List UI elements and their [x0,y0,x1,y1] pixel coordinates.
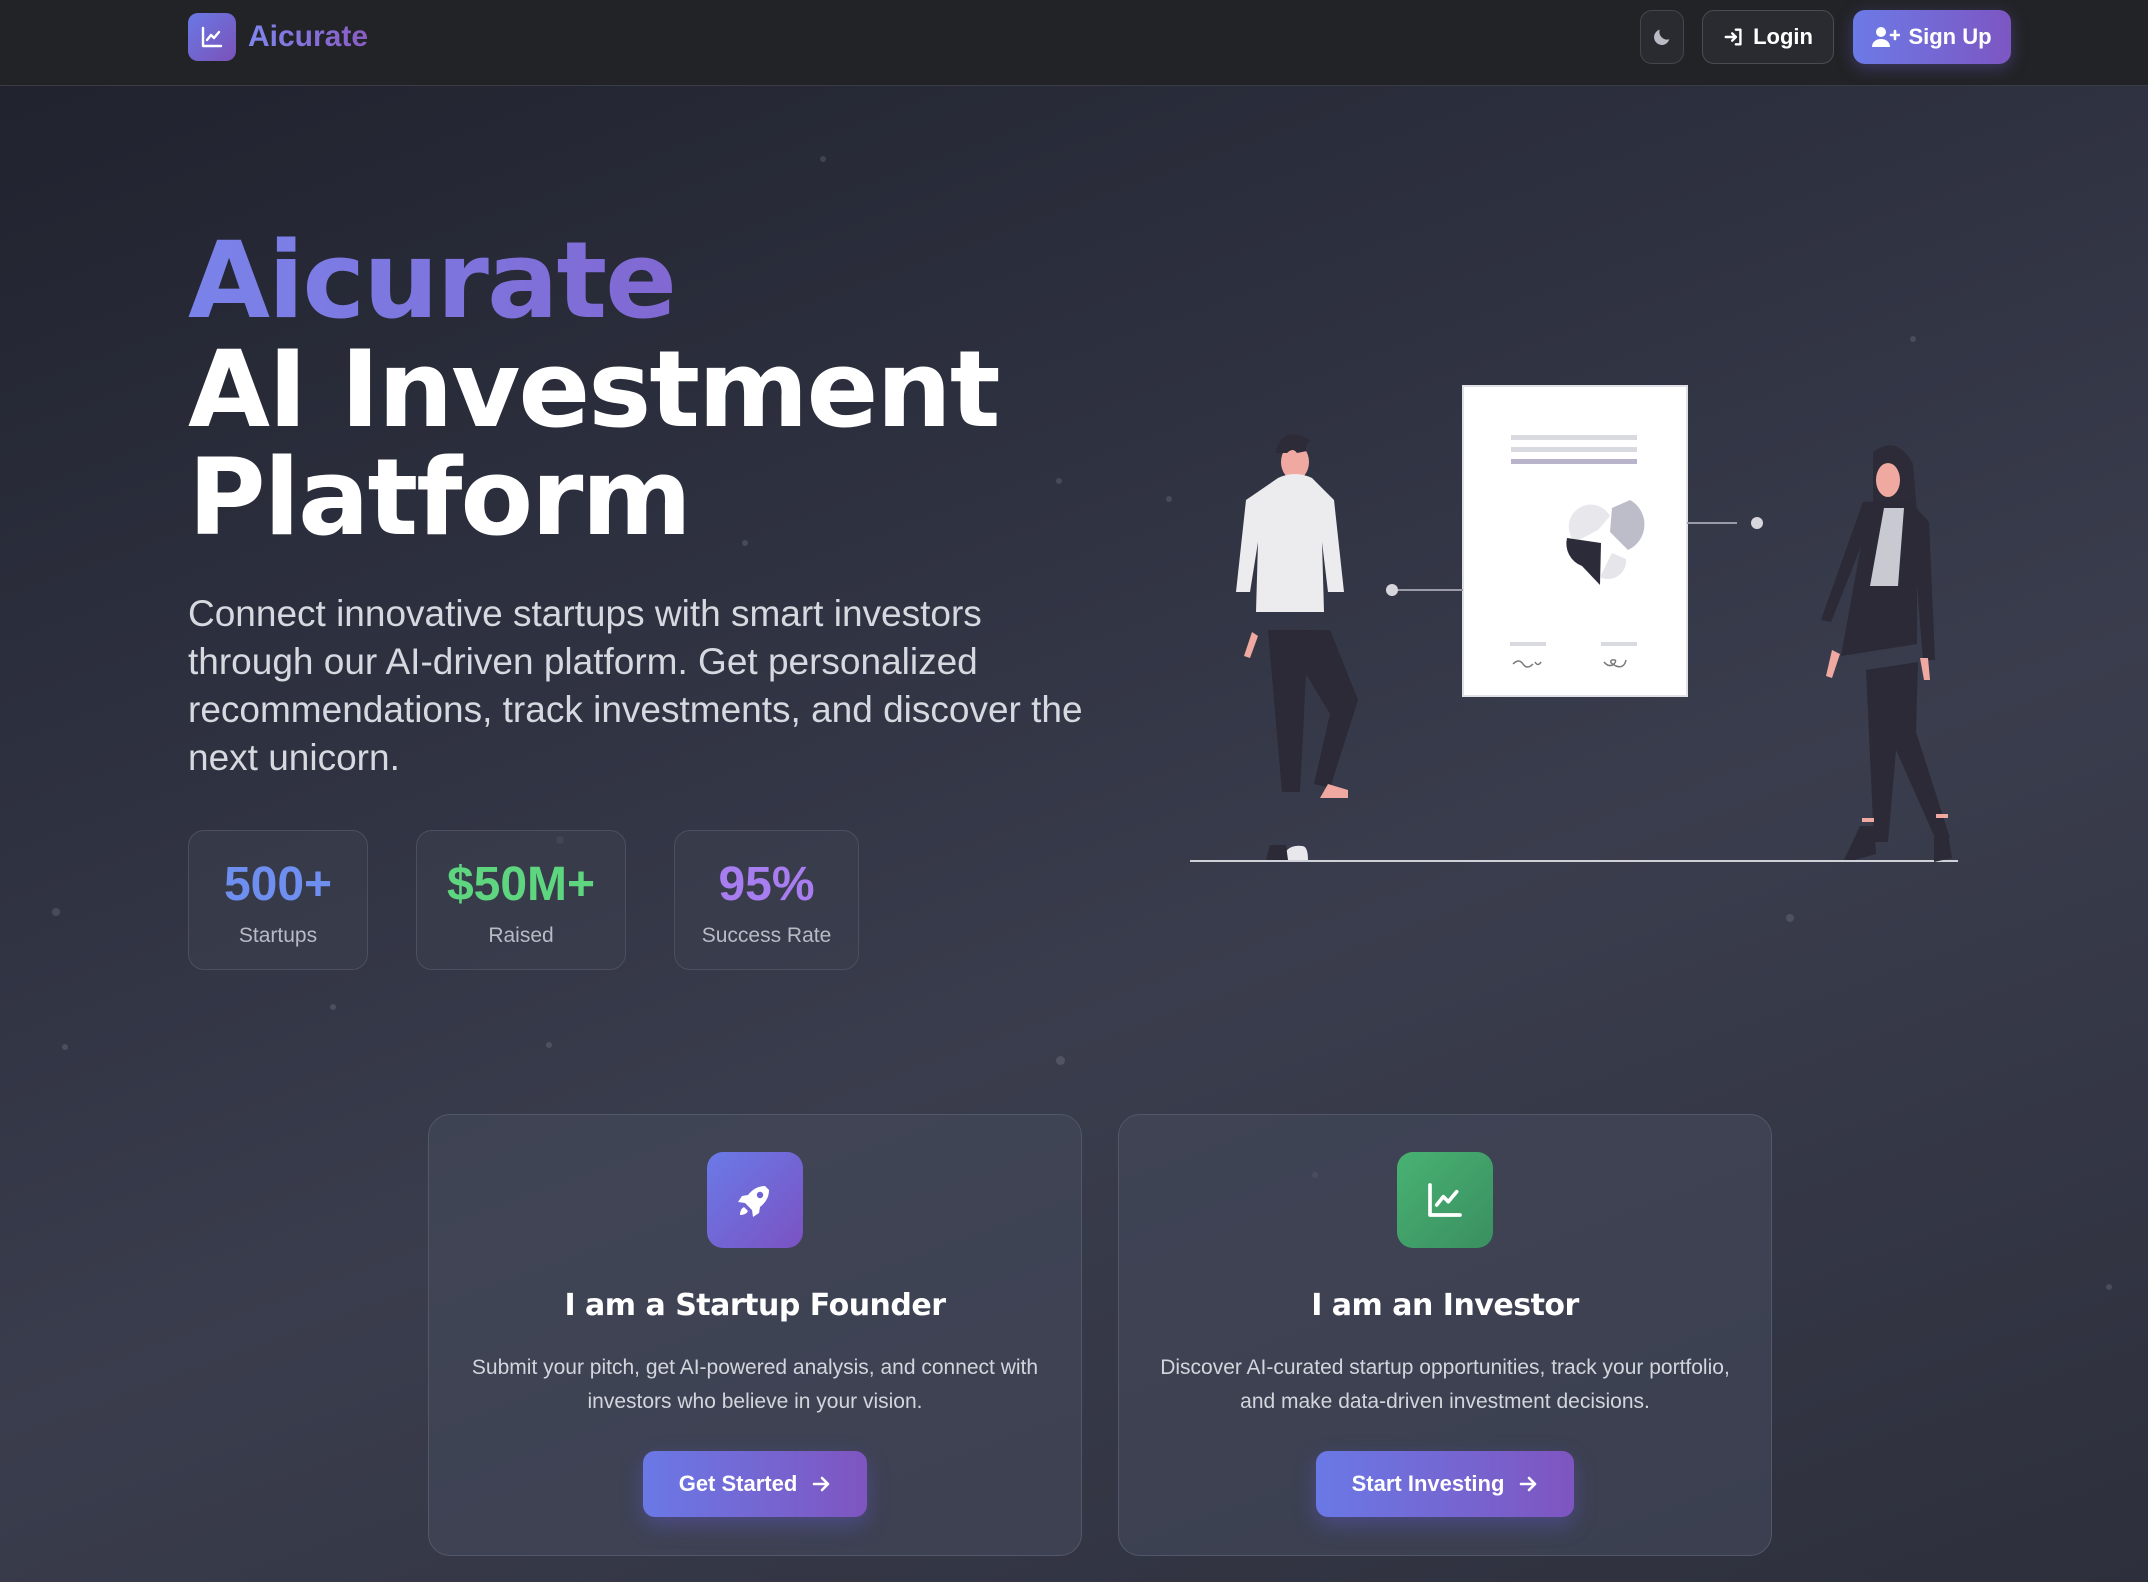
hero-title-line-2: Platform [188,436,692,559]
top-navbar: Aicurate Login Sign Up [0,0,2148,86]
stat-label: Raised [488,924,554,947]
stat-card-success-rate: 95% Success Rate [674,830,859,970]
chart-line-icon [1397,1152,1493,1248]
stat-card-raised: $50M+ Raised [416,830,626,970]
chart-line-icon [188,13,236,61]
start-investing-button[interactable]: Start Investing [1315,1451,1575,1517]
investor-card-description: Discover AI-curated startup opportunitie… [1160,1356,1730,1413]
arrow-right-icon [812,1476,830,1492]
signup-button[interactable]: Sign Up [1853,10,2011,64]
stat-value: 95% [718,858,815,911]
theme-toggle-button[interactable] [1640,10,1684,64]
arrow-right-icon [1520,1476,1537,1492]
signup-label: Sign Up [1908,24,1992,49]
investor-card-title: I am an Investor [1311,1288,1579,1323]
hero-title-line-1: AI Investment [188,328,1001,451]
hero-title: Aicurate AI Investment Platform [188,226,1001,559]
stat-card-startups: 500+ Startups [188,830,368,970]
stat-value: 500+ [223,858,333,911]
founder-card-description: Submit your pitch, get AI-powered analys… [471,1356,1039,1413]
investor-card: I am an Investor Discover AI-curated sta… [1118,1114,1772,1556]
get-started-button[interactable]: Get Started [642,1451,868,1517]
login-label: Login [1753,24,1813,49]
founder-card-title: I am a Startup Founder [564,1288,946,1323]
sign-in-icon [1724,28,1742,46]
user-plus-icon [1872,27,1901,47]
founder-card: I am a Startup Founder Submit your pitch… [428,1114,1082,1556]
get-started-label: Get Started [678,1471,798,1496]
login-button[interactable]: Login [1702,10,1834,64]
stat-value: $50M+ [446,858,596,911]
rocket-icon [707,1152,803,1248]
stat-label: Success Rate [701,924,832,947]
moon-icon [1654,29,1670,45]
hero-brand-line: Aicurate [188,226,999,336]
brand-name: Aicurate [248,20,369,53]
start-investing-label: Start Investing [1351,1471,1505,1496]
stat-label: Startups [238,924,318,947]
hero-description: Connect innovative startups with smart i… [188,593,1083,778]
hero-illustration [1190,385,1958,862]
brand-logo[interactable]: Aicurate [188,13,368,61]
